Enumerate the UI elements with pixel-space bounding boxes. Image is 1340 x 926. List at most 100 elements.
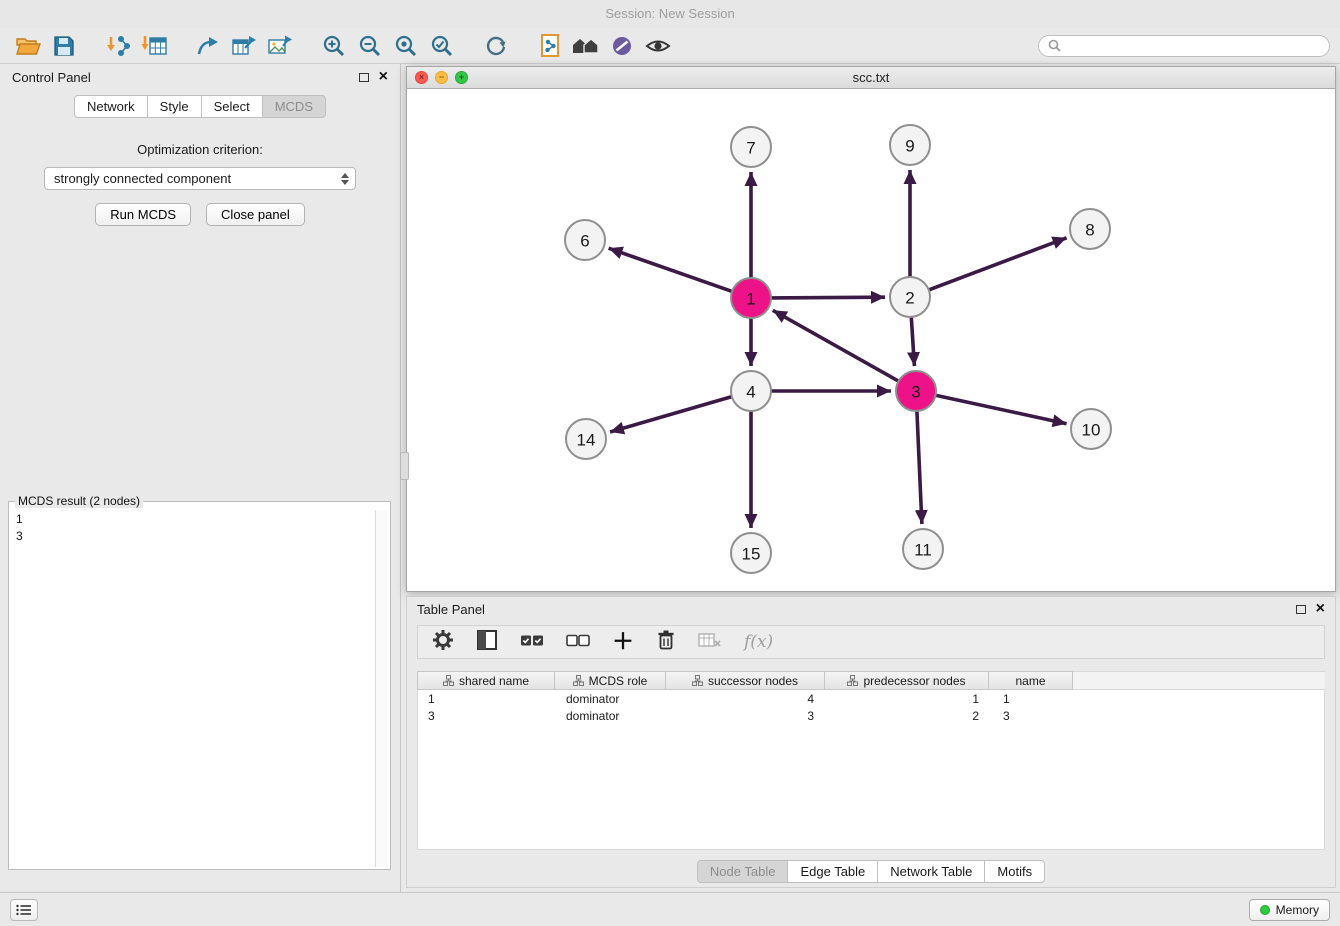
zoom-selected-button[interactable]	[424, 31, 460, 61]
cell-successor-nodes[interactable]: 4	[668, 692, 828, 706]
close-table-panel-icon[interactable]: ×	[1316, 602, 1325, 616]
graph-edge-1-6[interactable]	[609, 248, 733, 291]
app-titlebar: Session: New Session	[0, 0, 1340, 28]
criterion-select[interactable]: strongly connected component	[44, 167, 356, 190]
toggle-column-panel-button[interactable]	[476, 629, 498, 656]
table-panel-title: Table Panel	[417, 602, 1286, 617]
graph-node-label: 14	[577, 431, 596, 450]
column-label: shared name	[459, 674, 529, 688]
graph-edge-3-11[interactable]	[917, 411, 922, 524]
zoom-fit-button[interactable]	[388, 31, 424, 61]
network-document-button[interactable]	[532, 31, 568, 61]
run-mcds-button[interactable]: Run MCDS	[95, 203, 191, 226]
select-spinner-icon	[341, 173, 349, 185]
graph-edge-3-1[interactable]	[773, 310, 899, 381]
task-history-button[interactable]	[10, 899, 38, 921]
import-table-button[interactable]	[136, 31, 172, 61]
column-header-shared-name[interactable]: shared name	[417, 671, 555, 690]
window-zoom-button[interactable]: +	[455, 71, 468, 84]
column-header-predecessor-nodes[interactable]: predecessor nodes	[824, 671, 989, 690]
tab-node-table[interactable]: Node Table	[697, 860, 789, 883]
column-panel-icon	[476, 629, 498, 651]
column-type-icon	[692, 675, 703, 686]
add-column-button[interactable]: ＋	[612, 631, 634, 653]
table-panel-header: Table Panel ×	[407, 597, 1335, 621]
zoom-fit-icon	[394, 34, 418, 58]
panel-splitter-handle[interactable]	[400, 452, 409, 480]
export-table-button[interactable]	[226, 31, 262, 61]
tab-mcds[interactable]: MCDS	[262, 95, 326, 118]
save-session-button[interactable]	[46, 31, 82, 61]
network-canvas[interactable]: 7968124314101511	[407, 89, 1335, 591]
cell-name[interactable]: 3	[993, 709, 1078, 723]
open-session-button[interactable]	[10, 31, 46, 61]
refresh-icon	[484, 34, 508, 58]
close-panel-icon[interactable]: ×	[379, 70, 388, 84]
result-scrollbar[interactable]	[375, 510, 388, 867]
table-body: 1 dominator 4 1 1 3 dominator 3 2 3	[417, 690, 1325, 850]
cell-successor-nodes[interactable]: 3	[668, 709, 828, 723]
column-label: name	[1015, 674, 1045, 688]
tab-network[interactable]: Network	[74, 95, 148, 118]
cell-shared-name[interactable]: 1	[418, 692, 556, 706]
graph-edge-1-2[interactable]	[771, 297, 885, 298]
cell-mcds-role[interactable]: dominator	[556, 692, 668, 706]
tab-edge-table[interactable]: Edge Table	[787, 860, 878, 883]
window-controls: × − +	[415, 71, 468, 84]
window-close-button[interactable]: ×	[415, 71, 428, 84]
network-window-titlebar[interactable]: × − + scc.txt	[407, 67, 1335, 89]
cell-predecessor-nodes[interactable]: 2	[828, 709, 993, 723]
cell-shared-name[interactable]: 3	[418, 709, 556, 723]
network-document-icon	[538, 33, 562, 59]
cell-mcds-role[interactable]: dominator	[556, 709, 668, 723]
hide-all-columns-button[interactable]	[566, 631, 590, 654]
delete-table-button[interactable]	[698, 631, 722, 654]
table-settings-button[interactable]	[432, 629, 454, 656]
close-panel-button[interactable]: Close panel	[206, 203, 305, 226]
tab-motifs[interactable]: Motifs	[984, 860, 1045, 883]
column-label: predecessor nodes	[863, 674, 965, 688]
cell-predecessor-nodes[interactable]: 1	[828, 692, 993, 706]
float-panel-icon[interactable]	[359, 73, 369, 82]
memory-button[interactable]: Memory	[1249, 899, 1330, 921]
delete-column-button[interactable]	[656, 629, 676, 656]
function-builder-button[interactable]: f(x)	[744, 632, 773, 652]
header-filler	[1073, 671, 1325, 690]
search-box[interactable]	[1038, 35, 1330, 57]
ndex-button[interactable]	[568, 31, 604, 61]
graph-edge-4-14[interactable]	[610, 397, 732, 432]
refresh-button[interactable]	[478, 31, 514, 61]
graph-edge-3-10[interactable]	[936, 395, 1067, 424]
zoom-out-button[interactable]	[352, 31, 388, 61]
ndex-homes-icon	[571, 35, 601, 57]
list-icon	[16, 904, 32, 916]
table-row[interactable]: 3 dominator 3 2 3	[418, 707, 1324, 724]
style-badge-icon	[610, 34, 634, 58]
window-minimize-button[interactable]: −	[435, 71, 448, 84]
status-bar: Memory	[0, 892, 1340, 926]
export-network-button[interactable]	[190, 31, 226, 61]
graph-edge-2-3[interactable]	[911, 317, 914, 366]
tab-select[interactable]: Select	[201, 95, 263, 118]
column-header-mcds-role[interactable]: MCDS role	[554, 671, 666, 690]
graph-edge-2-8[interactable]	[929, 238, 1067, 290]
mcds-result-item: 1	[16, 511, 383, 528]
trash-icon	[656, 629, 676, 651]
table-row[interactable]: 1 dominator 4 1 1	[418, 690, 1324, 707]
cell-name[interactable]: 1	[993, 692, 1078, 706]
search-input[interactable]	[1067, 39, 1320, 53]
export-image-button[interactable]	[262, 31, 298, 61]
style-badge-button[interactable]	[604, 31, 640, 61]
zoom-in-button[interactable]	[316, 31, 352, 61]
show-hide-button[interactable]	[640, 31, 676, 61]
column-type-icon	[847, 675, 858, 686]
import-network-button[interactable]	[100, 31, 136, 61]
column-type-icon	[443, 675, 454, 686]
float-table-panel-icon[interactable]	[1296, 605, 1306, 614]
show-all-columns-button[interactable]	[520, 631, 544, 654]
column-header-name[interactable]: name	[988, 671, 1073, 690]
tab-network-table[interactable]: Network Table	[877, 860, 985, 883]
delete-table-icon	[698, 631, 722, 649]
tab-style[interactable]: Style	[147, 95, 202, 118]
column-header-successor-nodes[interactable]: successor nodes	[665, 671, 825, 690]
